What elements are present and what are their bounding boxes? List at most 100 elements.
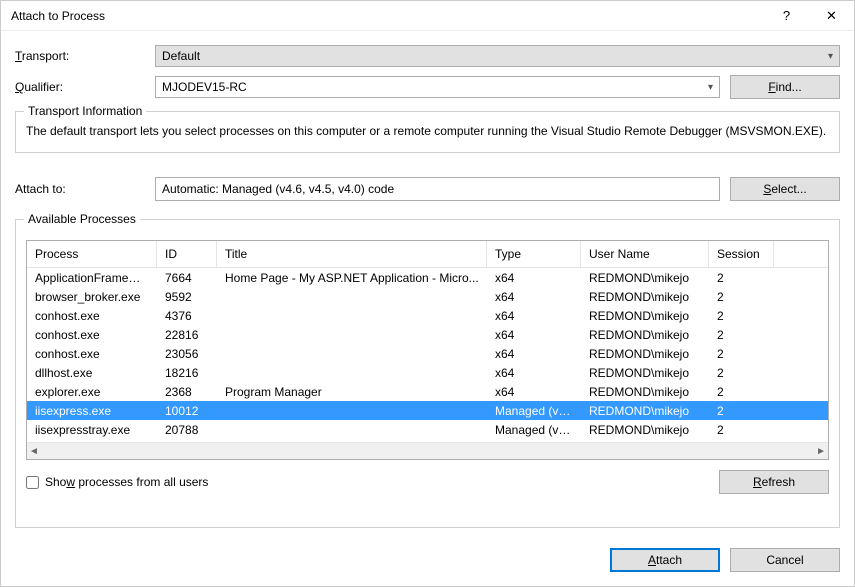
table-cell: REDMOND\mikejo	[581, 366, 709, 380]
table-cell: x64	[487, 328, 581, 342]
transport-info-group: Transport Information The default transp…	[15, 111, 840, 153]
table-cell: Managed (v4....	[487, 423, 581, 437]
column-session[interactable]: Session	[709, 241, 774, 267]
column-type[interactable]: Type	[487, 241, 581, 267]
refresh-button[interactable]: Refresh	[719, 470, 829, 494]
table-cell: ApplicationFrameHos...	[27, 271, 157, 285]
chevron-down-icon: ▾	[828, 51, 833, 62]
table-cell: 22816	[157, 328, 217, 342]
table-cell: 23056	[157, 347, 217, 361]
table-cell: conhost.exe	[27, 347, 157, 361]
transport-row: Transport: Default ▾	[15, 45, 840, 67]
attach-to-row: Attach to: Automatic: Managed (v4.6, v4.…	[15, 177, 840, 201]
qualifier-row: Qualifier: MJODEV15-RC ▾ Find...	[15, 75, 840, 99]
available-processes-group: Available Processes Process ID Title Typ…	[15, 219, 840, 528]
titlebar: Attach to Process ? ✕	[1, 1, 854, 31]
table-cell: REDMOND\mikejo	[581, 423, 709, 437]
table-cell: REDMOND\mikejo	[581, 309, 709, 323]
table-cell: x64	[487, 309, 581, 323]
close-button[interactable]: ✕	[809, 1, 854, 31]
table-cell: conhost.exe	[27, 309, 157, 323]
table-cell: 2368	[157, 385, 217, 399]
table-cell: explorer.exe	[27, 385, 157, 399]
horizontal-scrollbar[interactable]: ◄ ►	[27, 442, 828, 459]
table-row[interactable]: conhost.exe23056 x64REDMOND\mikejo2	[27, 344, 828, 363]
process-table-header: Process ID Title Type User Name Session	[27, 241, 828, 268]
table-cell: 10012	[157, 404, 217, 418]
table-cell: Home Page - My ASP.NET Application - Mic…	[217, 271, 487, 285]
cancel-button[interactable]: Cancel	[730, 548, 840, 572]
table-cell: iisexpress.exe	[27, 404, 157, 418]
table-cell: 2	[709, 366, 774, 380]
transport-info-text: The default transport lets you select pr…	[26, 122, 829, 140]
window-title: Attach to Process	[11, 9, 764, 23]
table-row[interactable]: iisexpress.exe10012 Managed (v4....REDMON…	[27, 401, 828, 420]
table-cell: conhost.exe	[27, 328, 157, 342]
table-cell: 7664	[157, 271, 217, 285]
qualifier-combo[interactable]: MJODEV15-RC ▾	[155, 76, 720, 98]
table-row[interactable]: iisexpresstray.exe20788 Managed (v4....RE…	[27, 420, 828, 439]
column-title[interactable]: Title	[217, 241, 487, 267]
table-cell: iisexpresstray.exe	[27, 423, 157, 437]
table-cell: x64	[487, 366, 581, 380]
process-table: Process ID Title Type User Name Session …	[26, 240, 829, 460]
window-controls: ? ✕	[764, 1, 854, 31]
column-id[interactable]: ID	[157, 241, 217, 267]
qualifier-value: MJODEV15-RC	[162, 80, 247, 94]
table-cell: 2	[709, 347, 774, 361]
table-cell: 2	[709, 271, 774, 285]
scroll-left-icon[interactable]: ◄	[29, 446, 39, 457]
table-cell: browser_broker.exe	[27, 290, 157, 304]
table-cell: REDMOND\mikejo	[581, 347, 709, 361]
find-button[interactable]: Find...	[730, 75, 840, 99]
table-cell: x64	[487, 271, 581, 285]
table-cell: dllhost.exe	[27, 366, 157, 380]
help-button[interactable]: ?	[764, 1, 809, 31]
qualifier-label: Qualifier:	[15, 80, 155, 94]
table-row[interactable]: conhost.exe22816 x64REDMOND\mikejo2	[27, 325, 828, 344]
table-cell: x64	[487, 385, 581, 399]
table-cell: x64	[487, 347, 581, 361]
table-cell: Managed (v4....	[487, 404, 581, 418]
table-cell: 2	[709, 385, 774, 399]
table-row[interactable]: explorer.exe2368Program Managerx64REDMON…	[27, 382, 828, 401]
scroll-right-icon[interactable]: ►	[816, 446, 826, 457]
table-cell: REDMOND\mikejo	[581, 404, 709, 418]
table-row[interactable]: conhost.exe4376 x64REDMOND\mikejo2	[27, 306, 828, 325]
table-cell: 4376	[157, 309, 217, 323]
attach-button[interactable]: Attach	[610, 548, 720, 572]
column-process[interactable]: Process	[27, 241, 157, 267]
table-cell: REDMOND\mikejo	[581, 385, 709, 399]
dialog-footer: Attach Cancel	[1, 540, 854, 586]
transport-value: Default	[162, 49, 200, 63]
process-options-row: Show processes from all users Refresh	[26, 470, 829, 494]
table-cell: 18216	[157, 366, 217, 380]
table-cell: 2	[709, 309, 774, 323]
table-cell: x64	[487, 290, 581, 304]
table-cell: 20788	[157, 423, 217, 437]
transport-label: Transport:	[15, 49, 155, 63]
show-all-users-input[interactable]	[26, 476, 39, 489]
show-all-users-checkbox[interactable]: Show processes from all users	[26, 475, 208, 489]
process-table-body[interactable]: ApplicationFrameHos...7664Home Page - My…	[27, 268, 828, 442]
table-cell: 2	[709, 404, 774, 418]
attach-to-value: Automatic: Managed (v4.6, v4.5, v4.0) co…	[155, 177, 720, 201]
dialog-content: Transport: Default ▾ Qualifier: MJODEV15…	[1, 31, 854, 540]
show-all-users-label: Show processes from all users	[45, 475, 208, 489]
table-cell: REDMOND\mikejo	[581, 290, 709, 304]
attach-to-label: Attach to:	[15, 182, 155, 196]
column-user[interactable]: User Name	[581, 241, 709, 267]
select-button[interactable]: Select...	[730, 177, 840, 201]
table-row[interactable]: browser_broker.exe9592x64REDMOND\mikejo2	[27, 287, 828, 306]
table-row[interactable]: dllhost.exe18216 x64REDMOND\mikejo2	[27, 363, 828, 382]
available-processes-legend: Available Processes	[24, 212, 140, 226]
table-cell: REDMOND\mikejo	[581, 328, 709, 342]
transport-combo[interactable]: Default ▾	[155, 45, 840, 67]
transport-info-legend: Transport Information	[24, 104, 146, 118]
table-row[interactable]: ApplicationFrameHos...7664Home Page - My…	[27, 268, 828, 287]
table-cell: REDMOND\mikejo	[581, 271, 709, 285]
chevron-down-icon: ▾	[708, 82, 713, 93]
table-cell: 2	[709, 423, 774, 437]
table-cell: Program Manager	[217, 385, 487, 399]
table-cell: 2	[709, 328, 774, 342]
